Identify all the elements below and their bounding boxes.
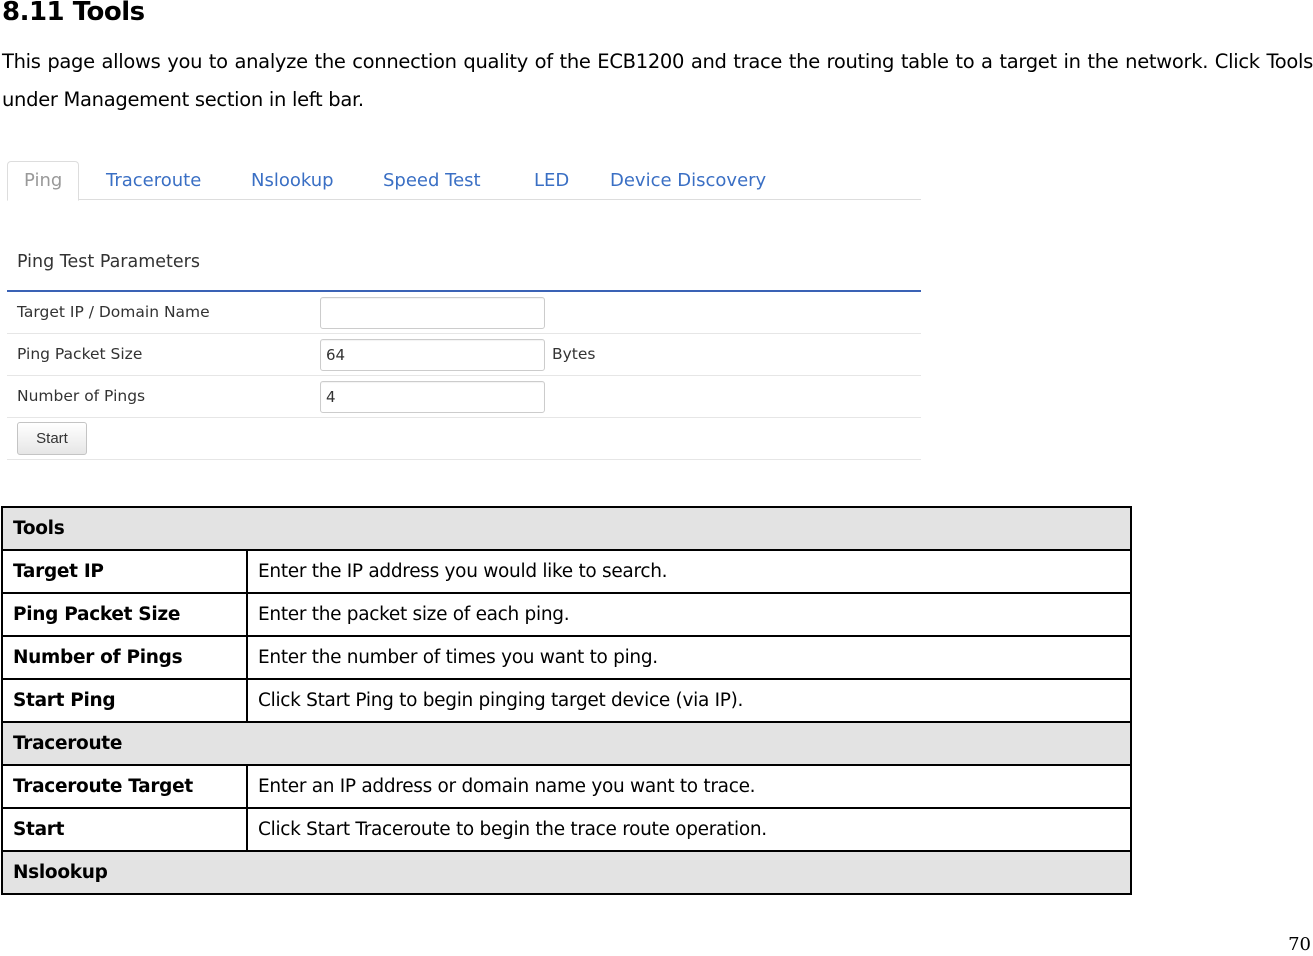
- form-row-target-ip: Target IP / Domain Name: [7, 292, 921, 334]
- table-row: Ping Packet Size Enter the packet size o…: [1, 592, 1132, 637]
- target-ip-label: Target IP / Domain Name: [17, 303, 210, 321]
- form-row-number-of-pings: Number of Pings: [7, 376, 921, 418]
- target-ip-input[interactable]: [320, 297, 545, 329]
- table-row: Number of Pings Enter the number of time…: [1, 635, 1132, 680]
- row-description: Enter the packet size of each ping.: [246, 592, 1132, 637]
- table-group-row: Traceroute: [1, 721, 1132, 766]
- intro-paragraph: This page allows you to analyze the conn…: [2, 50, 1313, 111]
- tab-nslookup[interactable]: Nslookup: [251, 162, 334, 200]
- table-row: Start Click Start Traceroute to begin th…: [1, 807, 1132, 852]
- group-heading-traceroute: Traceroute: [1, 721, 1132, 766]
- row-key: Number of Pings: [1, 635, 248, 680]
- group-heading-nslookup: Nslookup: [1, 850, 1132, 895]
- section-title: 8.11 Tools: [2, 0, 145, 27]
- start-button[interactable]: Start: [17, 422, 87, 455]
- row-key: Traceroute Target: [1, 764, 248, 809]
- number-of-pings-label: Number of Pings: [17, 387, 146, 405]
- row-key: Start Ping: [1, 678, 248, 723]
- tools-description-table: Tools Target IP Enter the IP address you…: [1, 506, 1132, 895]
- number-of-pings-input[interactable]: [320, 381, 545, 413]
- row-key: Ping Packet Size: [1, 592, 248, 637]
- packet-size-label: Ping Packet Size: [17, 345, 143, 363]
- tab-speed-test[interactable]: Speed Test: [383, 162, 481, 200]
- form-row-packet-size: Ping Packet Size Bytes: [7, 334, 921, 376]
- row-description: Enter an IP address or domain name you w…: [246, 764, 1132, 809]
- tab-traceroute[interactable]: Traceroute: [106, 162, 201, 200]
- row-description: Enter the IP address you would like to s…: [246, 549, 1132, 594]
- row-description: Click Start Ping to begin pinging target…: [246, 678, 1132, 723]
- table-group-row: Tools: [1, 506, 1132, 551]
- page-number: 70: [1288, 934, 1311, 955]
- form-row-actions: Start: [7, 418, 921, 460]
- table-row: Target IP Enter the IP address you would…: [1, 549, 1132, 594]
- packet-size-input[interactable]: [320, 339, 545, 371]
- table-row: Start Ping Click Start Ping to begin pin…: [1, 678, 1132, 723]
- packet-size-unit: Bytes: [552, 345, 596, 363]
- table-row: Traceroute Target Enter an IP address or…: [1, 764, 1132, 809]
- tools-tab-bar: Ping Traceroute Nslookup Speed Test LED …: [7, 160, 921, 201]
- row-description: Click Start Traceroute to begin the trac…: [246, 807, 1132, 852]
- tab-led[interactable]: LED: [534, 162, 569, 200]
- tab-ping[interactable]: Ping: [7, 161, 80, 201]
- table-group-row: Nslookup: [1, 850, 1132, 895]
- ping-test-parameters-heading: Ping Test Parameters: [17, 252, 200, 272]
- row-key: Start: [1, 807, 248, 852]
- tools-screenshot-panel: Ping Traceroute Nslookup Speed Test LED …: [7, 160, 921, 460]
- row-key: Target IP: [1, 549, 248, 594]
- row-description: Enter the number of times you want to pi…: [246, 635, 1132, 680]
- tab-device-discovery[interactable]: Device Discovery: [610, 162, 766, 200]
- group-heading-tools: Tools: [1, 506, 1132, 551]
